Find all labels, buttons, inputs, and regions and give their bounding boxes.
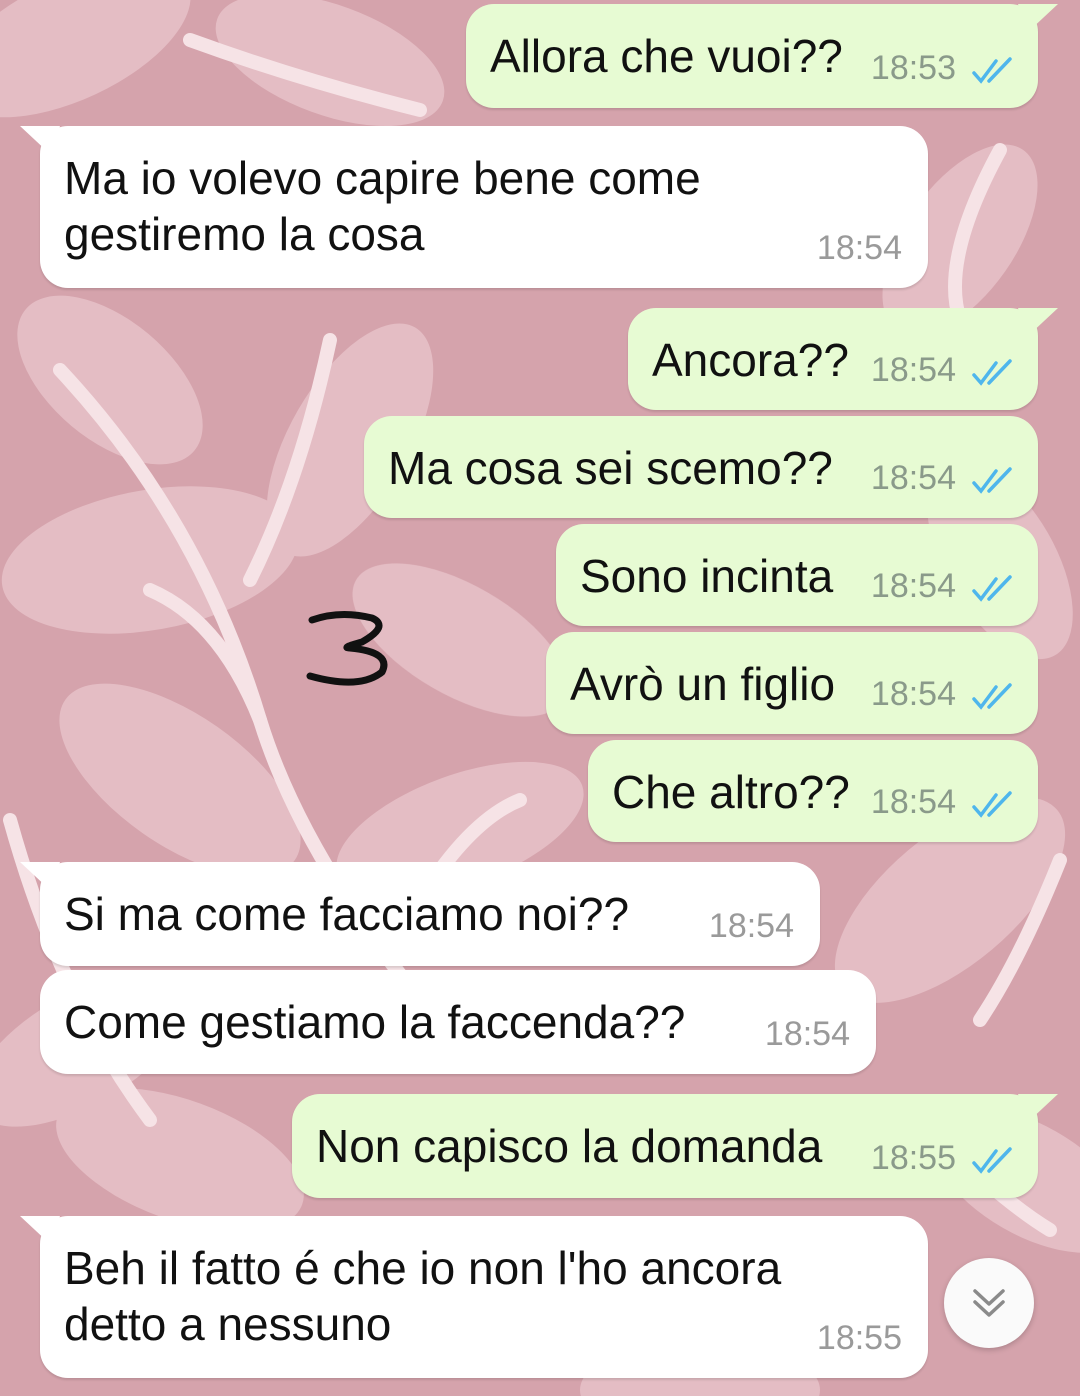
message-text: Allora che vuoi?? <box>490 30 843 82</box>
message-bubble-outgoing[interactable]: Ma cosa sei scemo?? 18:54 <box>364 416 1038 518</box>
message-text-line: detto a nessuno <box>64 1298 392 1350</box>
message-time: 18:55 <box>870 1139 956 1177</box>
message-time: 18:54 <box>870 675 956 713</box>
double-check-read-icon <box>972 57 1012 84</box>
message-time: 18:54 <box>816 229 902 267</box>
message-time: 18:53 <box>870 49 956 87</box>
double-check-read-icon <box>972 1147 1012 1174</box>
message-bubble-outgoing[interactable]: Che altro?? 18:54 <box>588 740 1038 842</box>
message-bubble-outgoing[interactable]: Non capisco la domanda 18:55 <box>292 1094 1058 1198</box>
message-time: 18:54 <box>870 567 956 605</box>
message-bubble-incoming[interactable]: Si ma come facciamo noi?? 18:54 <box>20 862 820 966</box>
double-check-read-icon <box>972 467 1012 494</box>
message-time: 18:54 <box>870 459 956 497</box>
scroll-to-bottom-button[interactable] <box>944 1258 1034 1348</box>
message-bubble-incoming[interactable]: Come gestiamo la faccenda?? 18:54 <box>40 970 876 1074</box>
message-text-line: Beh il fatto é che io non l'ho ancora <box>64 1242 782 1294</box>
message-text: Che altro?? <box>612 766 850 818</box>
message-text: Non capisco la domanda <box>316 1120 823 1172</box>
message-bubble-outgoing[interactable]: Allora che vuoi?? 18:53 <box>466 4 1058 108</box>
message-text: Ancora?? <box>652 334 849 386</box>
message-text-line: Ma io volevo capire bene come <box>64 152 701 204</box>
double-check-read-icon <box>972 683 1012 710</box>
message-time: 18:54 <box>870 783 956 821</box>
message-bubble-outgoing[interactable]: Ancora?? 18:54 <box>628 308 1058 410</box>
message-text: Ma io volevo capire bene come gestiremo … <box>64 150 701 262</box>
message-text-line: gestiremo la cosa <box>64 208 425 260</box>
handwritten-number-annotation <box>306 611 388 686</box>
message-text: Come gestiamo la faccenda?? <box>64 996 686 1048</box>
message-bubble-incoming[interactable]: Ma io volevo capire bene come gestiremo … <box>20 126 928 288</box>
message-text: Si ma come facciamo noi?? <box>64 888 630 940</box>
message-time: 18:54 <box>870 351 956 389</box>
message-bubble-outgoing[interactable]: Avrò un figlio 18:54 <box>546 632 1038 734</box>
message-text: Beh il fatto é che io non l'ho ancora de… <box>64 1240 781 1352</box>
double-chevron-down-icon <box>973 1289 1005 1317</box>
double-check-read-icon <box>972 575 1012 602</box>
message-time: 18:55 <box>816 1319 902 1357</box>
message-text: Ma cosa sei scemo?? <box>388 442 833 494</box>
message-text: Sono incinta <box>580 550 834 602</box>
message-bubble-outgoing[interactable]: Sono incinta 18:54 <box>556 524 1038 626</box>
message-time: 18:54 <box>764 1015 850 1053</box>
message-time: 18:54 <box>708 907 794 945</box>
double-check-read-icon <box>972 791 1012 818</box>
message-bubble-incoming[interactable]: Beh il fatto é che io non l'ho ancora de… <box>20 1216 928 1378</box>
message-text: Avrò un figlio <box>570 658 836 710</box>
double-check-read-icon <box>972 359 1012 386</box>
